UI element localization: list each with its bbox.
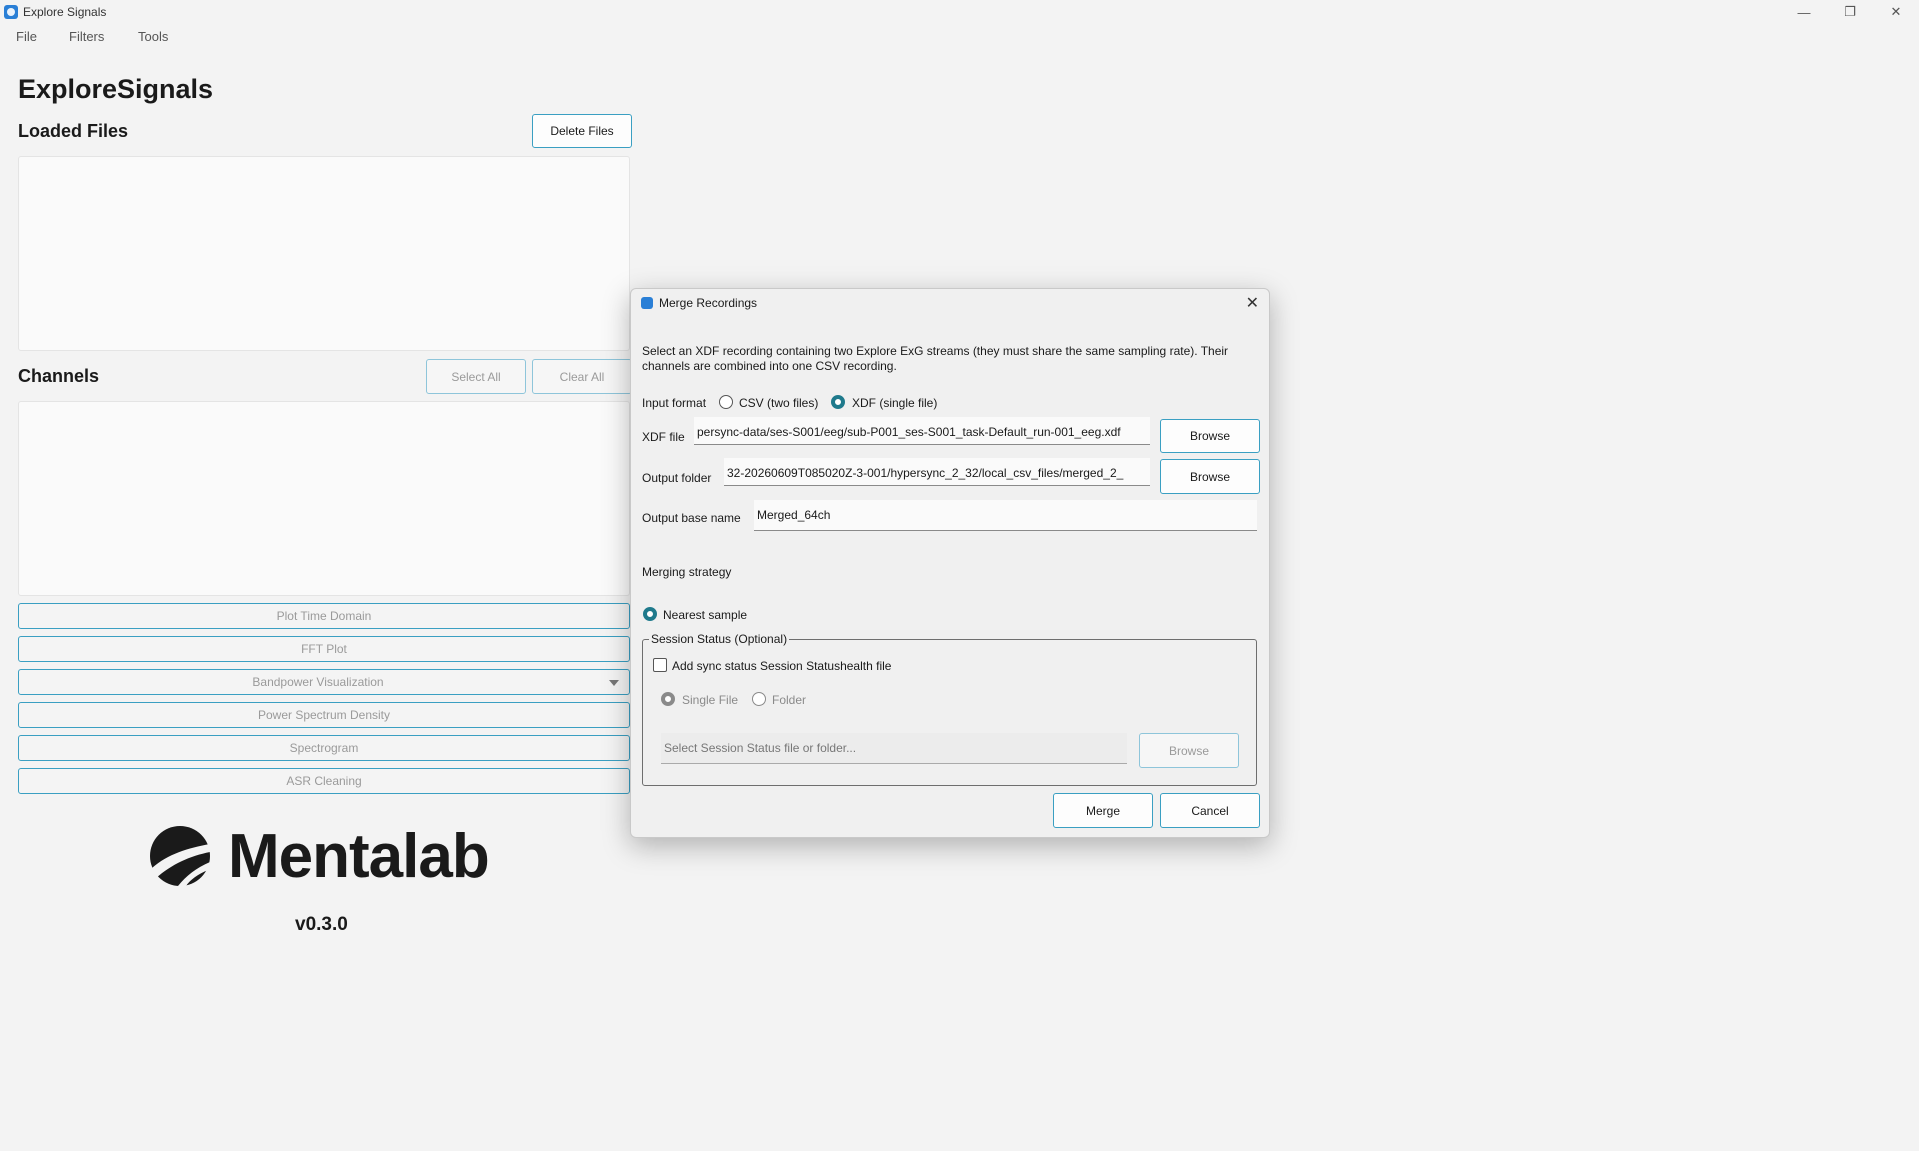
- single-file-radio[interactable]: [661, 692, 675, 706]
- folder-radio[interactable]: [752, 692, 766, 706]
- fft-plot-label: FFT Plot: [301, 642, 347, 656]
- close-icon[interactable]: ✕: [1873, 0, 1919, 24]
- single-file-label[interactable]: Single File: [682, 693, 738, 707]
- dialog-title: Merge Recordings: [659, 296, 758, 310]
- logo-text: Mentalab: [228, 821, 490, 891]
- plot-time-domain-button[interactable]: Plot Time Domain: [18, 603, 630, 629]
- power-spectrum-density-label: Power Spectrum Density: [257, 708, 391, 722]
- session-status-browse-button[interactable]: Browse: [1139, 733, 1239, 768]
- xdf-file-input[interactable]: persync-data/ses-S001/eeg/sub-P001_ses-S…: [694, 417, 1150, 445]
- session-status-group-title: Session Status (Optional): [649, 632, 790, 646]
- input-format-label: Input format: [642, 396, 707, 410]
- menu-file[interactable]: File: [16, 29, 37, 44]
- nearest-sample-radio[interactable]: [643, 607, 657, 621]
- menu-filters[interactable]: Filters: [69, 29, 104, 44]
- minimize-icon[interactable]: —: [1781, 0, 1827, 24]
- cancel-button[interactable]: Cancel: [1160, 793, 1260, 828]
- select-all-button[interactable]: Select All: [426, 359, 526, 394]
- loaded-files-title: Loaded Files: [18, 121, 129, 141]
- dialog-app-icon: [641, 297, 653, 309]
- dialog-description: Select an XDF recording containing two E…: [642, 344, 1229, 373]
- power-spectrum-density-button[interactable]: Power Spectrum Density: [18, 702, 630, 728]
- spectrogram-label: Spectrogram: [289, 741, 359, 755]
- csv-format-radio[interactable]: [719, 395, 733, 409]
- output-folder-input[interactable]: _2_32-20260609T085020Z-3-001/hypersync_2…: [724, 458, 1150, 486]
- spectrogram-button[interactable]: Spectrogram: [18, 735, 630, 761]
- title-bar: Explore Signals — ❐ ✕: [0, 0, 1919, 24]
- csv-format-label[interactable]: CSV (two files): [739, 396, 818, 410]
- app-heading: ExploreSignals: [18, 74, 214, 104]
- menu-tools[interactable]: Tools: [138, 29, 168, 44]
- xdf-format-radio[interactable]: [831, 395, 845, 409]
- merge-button[interactable]: Merge: [1053, 793, 1153, 828]
- version-label: v0.3.0: [295, 914, 348, 935]
- channels-title: Channels: [18, 366, 100, 386]
- xdf-format-label[interactable]: XDF (single file): [852, 396, 937, 410]
- dialog-title-bar: Merge Recordings ✕: [631, 289, 1269, 317]
- maximize-icon[interactable]: ❐: [1827, 0, 1873, 24]
- dialog-close-icon[interactable]: ✕: [1246, 293, 1259, 313]
- fft-plot-button[interactable]: FFT Plot: [18, 636, 630, 662]
- loaded-files-list[interactable]: [18, 156, 630, 351]
- plot-time-domain-label: Plot Time Domain: [276, 609, 372, 623]
- session-status-checkbox-label[interactable]: Add sync status Session Statushealth fil…: [672, 659, 891, 673]
- bandpower-visualization-label: Bandpower Visualization: [252, 675, 384, 689]
- chevron-down-icon: [609, 680, 619, 686]
- session-status-checkbox[interactable]: [653, 658, 667, 672]
- output-base-name-input[interactable]: Merged_64ch: [754, 500, 1257, 531]
- delete-files-button[interactable]: Delete Files: [532, 114, 632, 148]
- app-icon: [4, 5, 18, 19]
- folder-label[interactable]: Folder: [772, 693, 806, 707]
- output-folder-browse-button[interactable]: Browse: [1160, 459, 1260, 494]
- merge-recordings-dialog: Merge Recordings ✕ Select an XDF recordi…: [630, 288, 1270, 838]
- xdf-browse-button[interactable]: Browse: [1160, 419, 1260, 453]
- xdf-file-label: XDF file: [642, 430, 685, 444]
- mentalab-logo-icon: [150, 826, 210, 886]
- session-status-group: Session Status (Optional) Add sync statu…: [642, 632, 1257, 786]
- window-title: Explore Signals: [23, 5, 107, 19]
- session-status-path-input[interactable]: Select Session Status file or folder...: [661, 733, 1127, 764]
- clear-all-button[interactable]: Clear All: [532, 359, 632, 394]
- merging-strategy-label: Merging strategy: [642, 565, 732, 579]
- mentalab-logo: Mentalab: [148, 821, 508, 891]
- asr-cleaning-button[interactable]: ASR Cleaning: [18, 768, 630, 794]
- output-folder-label: Output folder: [642, 471, 712, 485]
- nearest-sample-label[interactable]: Nearest sample: [663, 608, 747, 622]
- output-base-name-label: Output base name: [642, 511, 741, 525]
- asr-cleaning-label: ASR Cleaning: [286, 774, 362, 788]
- channels-list[interactable]: [18, 401, 630, 596]
- bandpower-visualization-dropdown[interactable]: Bandpower Visualization: [18, 669, 630, 695]
